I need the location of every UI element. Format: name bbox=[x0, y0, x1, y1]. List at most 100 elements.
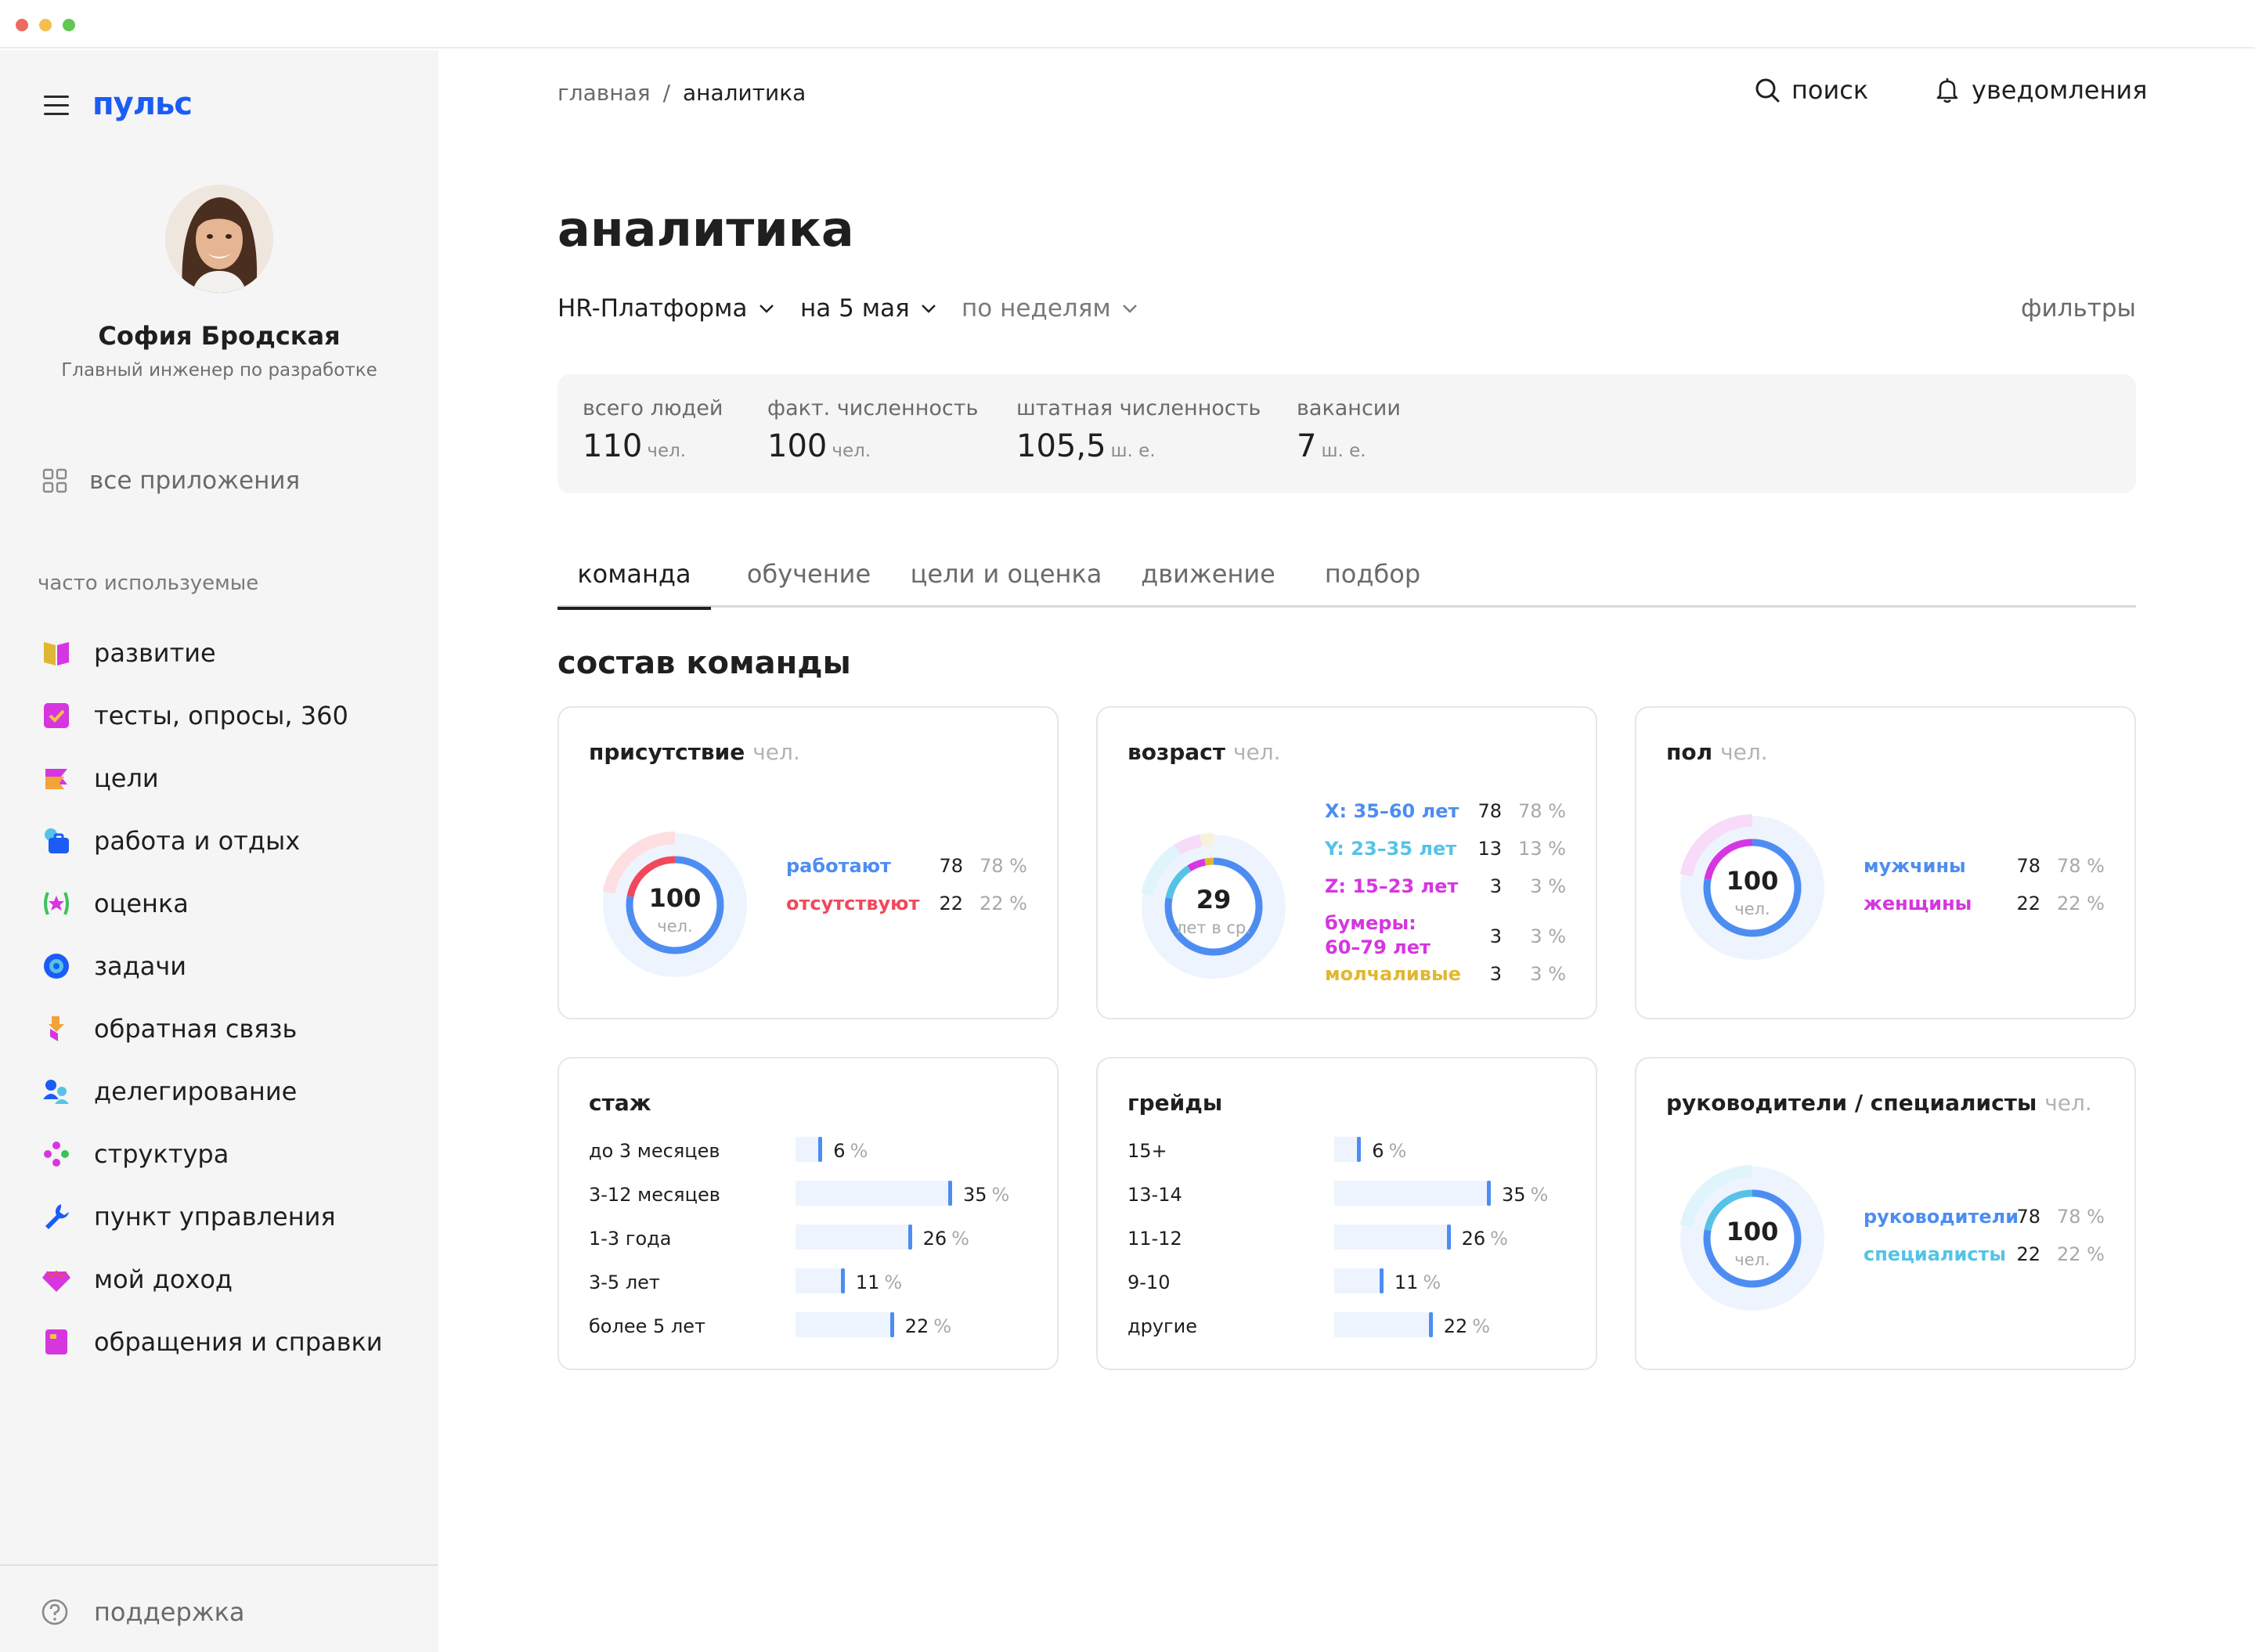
legend-name: молчаливые bbox=[1325, 963, 1461, 985]
tab-recruiting[interactable]: подбор bbox=[1314, 551, 1431, 608]
legend-value: 22 bbox=[2016, 1243, 2040, 1265]
bar-row[interactable]: до 3 месяцев 6% bbox=[589, 1135, 1043, 1167]
legend-row[interactable]: специалисты 22 22 % bbox=[1864, 1243, 2106, 1268]
bar-row[interactable]: 3-12 месяцев 35% bbox=[589, 1179, 1043, 1210]
bar-row[interactable]: 11-12 26% bbox=[1128, 1223, 1582, 1254]
breadcrumb-current: аналитика bbox=[683, 80, 806, 106]
app-logo[interactable]: пульс bbox=[92, 86, 193, 122]
bar-row[interactable]: другие 22% bbox=[1128, 1311, 1582, 1342]
avatar[interactable] bbox=[165, 185, 273, 293]
bar-marker bbox=[1379, 1268, 1384, 1293]
legend-row[interactable]: руководители 78 78 % bbox=[1864, 1206, 2106, 1231]
menu-icon[interactable] bbox=[44, 96, 69, 116]
period-dropdown[interactable]: по неделям bbox=[962, 294, 1138, 323]
legend-name: Y: 23–35 лет bbox=[1325, 838, 1457, 860]
legend-percent: 22 % bbox=[980, 893, 1027, 914]
kpi-total-people: всего людей 110 чел. bbox=[583, 396, 723, 464]
sidebar-item-structure[interactable]: структура bbox=[38, 1131, 229, 1178]
bar-fill bbox=[1334, 1225, 1451, 1250]
close-window-button[interactable] bbox=[16, 19, 28, 31]
legend-percent: 3 % bbox=[1530, 875, 1566, 897]
bar-row[interactable]: более 5 лет 22% bbox=[589, 1311, 1043, 1342]
kpi-unit: чел. bbox=[647, 441, 687, 461]
kpi-unit: ш. е. bbox=[1110, 441, 1156, 461]
bar-marker bbox=[1357, 1137, 1362, 1162]
legend-name: отсутствуют bbox=[786, 893, 920, 914]
minimize-window-button[interactable] bbox=[39, 19, 52, 31]
bar-label: 3-5 лет bbox=[589, 1271, 660, 1293]
tenure-card: стаж до 3 месяцев 6% 3-12 месяцев 35% 1-3 го… bbox=[557, 1057, 1059, 1370]
support-button[interactable]: поддержка bbox=[41, 1597, 245, 1627]
filters-link[interactable]: фильтры bbox=[2021, 294, 2136, 323]
notifications-button[interactable]: уведомления bbox=[1934, 75, 2147, 105]
donut-outer-segment bbox=[1186, 834, 1203, 850]
sidebar-item-tasks[interactable]: задачи bbox=[38, 943, 186, 990]
tab-label: подбор bbox=[1324, 559, 1421, 589]
legend-value: 78 bbox=[2016, 855, 2040, 877]
legend-value: 22 bbox=[2016, 893, 2040, 914]
platform-dropdown[interactable]: HR-Платформа bbox=[557, 294, 774, 323]
legend-row[interactable]: бумеры: 60–79 лет 3 3 % bbox=[1325, 912, 1568, 961]
presence-card: присутствие чел. 100 чел. работают 78 78 % от… bbox=[557, 706, 1059, 1019]
bar-row[interactable]: 3-5 лет 11% bbox=[589, 1267, 1043, 1298]
bar-row[interactable]: 1-3 года 26% bbox=[589, 1223, 1043, 1254]
sidebar-item-label: работа и отдых bbox=[94, 826, 301, 856]
sidebar-item-work-rest[interactable]: работа и отдых bbox=[38, 817, 300, 864]
notifications-label: уведомления bbox=[1972, 75, 2148, 105]
legend-percent: 3 % bbox=[1530, 925, 1566, 947]
legend-percent: 78 % bbox=[980, 855, 1027, 877]
card-title-unit: чел. bbox=[2044, 1090, 2092, 1116]
tab-learning[interactable]: обучение bbox=[742, 551, 875, 608]
sidebar-item-income[interactable]: мой доход bbox=[38, 1256, 233, 1303]
legend-row[interactable]: мужчины 78 78 % bbox=[1864, 855, 2106, 880]
bar-label: более 5 лет bbox=[589, 1315, 705, 1337]
bar-marker bbox=[1428, 1312, 1433, 1337]
sidebar-item-label: цели bbox=[94, 763, 159, 793]
legend-row[interactable]: X: 35–60 лет 78 78 % bbox=[1325, 800, 1568, 825]
legend-value: 78 bbox=[1477, 800, 1502, 822]
sidebar-item-feedback[interactable]: обратная связь bbox=[38, 1005, 297, 1052]
bar-row[interactable]: 15+ 6% bbox=[1128, 1135, 1582, 1167]
legend-row[interactable]: молчаливые 3 3 % bbox=[1325, 963, 1568, 988]
diamond-icon bbox=[38, 1261, 75, 1298]
donut-segment[interactable] bbox=[1187, 860, 1199, 871]
bar-label: 3-12 месяцев bbox=[589, 1184, 720, 1206]
legend-row[interactable]: работают 78 78 % bbox=[786, 855, 1029, 880]
date-dropdown[interactable]: на 5 мая bbox=[800, 294, 936, 323]
sidebar-item-tests[interactable]: тесты, опросы, 360 bbox=[38, 692, 348, 739]
legend-value: 3 bbox=[1489, 925, 1502, 947]
legend-row[interactable]: Z: 15–23 лет 3 3 % bbox=[1325, 875, 1568, 900]
document-icon bbox=[38, 1323, 75, 1361]
sidebar-item-development[interactable]: развитие bbox=[38, 629, 216, 676]
donut-segment[interactable] bbox=[1204, 857, 1214, 866]
sidebar-item-control-point[interactable]: пункт управления bbox=[38, 1193, 336, 1240]
legend-row[interactable]: женщины 22 22 % bbox=[1864, 893, 2106, 918]
card-title-text: грейды bbox=[1128, 1090, 1223, 1116]
tab-goals-assessment[interactable]: цели и оценка bbox=[908, 551, 1104, 608]
bar-row[interactable]: 9-10 11% bbox=[1128, 1267, 1582, 1298]
tab-label: обучение bbox=[746, 559, 871, 589]
donut-center-value: 29 bbox=[1196, 885, 1232, 914]
kpi-value: 7 bbox=[1297, 428, 1317, 464]
sidebar-item-delegation[interactable]: делегирование bbox=[38, 1068, 297, 1115]
bar-row[interactable]: 13-14 35% bbox=[1128, 1179, 1582, 1210]
tab-team[interactable]: команда bbox=[557, 551, 711, 610]
donut-segment[interactable] bbox=[1195, 858, 1207, 868]
search-button[interactable]: поиск bbox=[1754, 75, 1868, 105]
sidebar-item-assessment[interactable]: оценка bbox=[38, 880, 189, 927]
sidebar-item-requests[interactable]: обращения и справки bbox=[38, 1318, 383, 1365]
legend-row[interactable]: Y: 23–35 лет 13 13 % bbox=[1325, 838, 1568, 863]
all-apps-button[interactable]: все приложения bbox=[42, 467, 300, 495]
sidebar-item-label: делегирование bbox=[94, 1077, 298, 1106]
bar-value: 26% bbox=[1461, 1228, 1508, 1250]
breadcrumb-home[interactable]: главная bbox=[557, 80, 651, 106]
bar-fill bbox=[1334, 1268, 1384, 1293]
bar-marker bbox=[818, 1137, 823, 1162]
bar-marker bbox=[840, 1268, 845, 1293]
maximize-window-button[interactable] bbox=[63, 19, 75, 31]
people-icon bbox=[38, 1073, 75, 1110]
tab-movement[interactable]: движение bbox=[1134, 551, 1283, 608]
legend-row[interactable]: отсутствуют 22 22 % bbox=[786, 893, 1029, 918]
sidebar-item-goals[interactable]: цели bbox=[38, 755, 159, 802]
legend-name: бумеры: 60–79 лет bbox=[1325, 912, 1431, 958]
